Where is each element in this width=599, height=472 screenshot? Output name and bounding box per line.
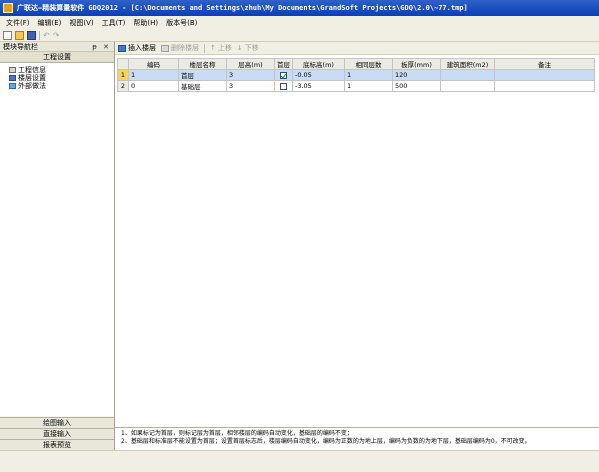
first-floor-checkbox[interactable] bbox=[280, 82, 287, 90]
nav-panel-title: 模块导航栏 bbox=[3, 42, 38, 51]
quick-access-toolbar: ↶ ↷ bbox=[0, 29, 599, 42]
insert-floor-icon bbox=[118, 44, 126, 52]
menu-view[interactable]: 视图(V) bbox=[69, 18, 93, 28]
delete-floor-button[interactable]: 删除楼层 bbox=[161, 43, 199, 53]
col-header-code[interactable]: 编码 bbox=[128, 58, 179, 70]
arrow-down-icon: ↓ bbox=[236, 44, 243, 52]
toolbar-separator bbox=[39, 30, 40, 40]
cell-slab-thickness[interactable]: 120 bbox=[392, 69, 441, 81]
cell-remarks[interactable] bbox=[494, 80, 595, 92]
floor-toolbar: 插入楼层 删除楼层 ↑ 上移 ↓ 下移 bbox=[115, 42, 599, 55]
insert-floor-label: 插入楼层 bbox=[128, 44, 156, 52]
external-method-icon bbox=[9, 83, 16, 89]
help-note-2: 2、基础层和标准层不能设置为首层；设置首层标志后，楼层编码自动变化，编码为正数的… bbox=[121, 438, 531, 445]
cell-bottom-elevation[interactable]: -3.05 bbox=[292, 80, 345, 92]
menu-bar: 文件(F) 编辑(E) 视图(V) 工具(T) 帮助(H) 版本号(B) bbox=[0, 16, 599, 29]
project-info-icon bbox=[9, 67, 16, 73]
toolbar-separator bbox=[204, 43, 205, 53]
floor-settings-panel: 插入楼层 删除楼层 ↑ 上移 ↓ 下移 编码 楼层名称 层高(m) 首层 底标高… bbox=[115, 42, 599, 450]
tab-report-preview[interactable]: 报表预览 bbox=[0, 439, 114, 450]
cell-code[interactable]: 1 bbox=[128, 69, 179, 81]
open-folder-icon[interactable] bbox=[15, 30, 24, 40]
row-number[interactable]: 1 bbox=[117, 69, 129, 81]
move-up-button[interactable]: ↑ 上移 bbox=[210, 43, 232, 53]
col-header-bottom-elevation[interactable]: 底标高(m) bbox=[292, 58, 345, 70]
cell-same-count[interactable]: 1 bbox=[344, 80, 393, 92]
cell-building-area[interactable] bbox=[440, 80, 495, 92]
tree-item-external-method[interactable]: 外部做法 bbox=[0, 82, 114, 90]
save-icon[interactable] bbox=[27, 30, 36, 40]
col-header-floor-name[interactable]: 楼层名称 bbox=[178, 58, 227, 70]
help-note-1: 1、如果标记为首层，则标记层为首层，相邻楼层的编码自动变化，基础层的编码不变； bbox=[121, 430, 353, 437]
cell-building-area[interactable] bbox=[440, 69, 495, 81]
col-header-slab-thickness[interactable]: 板厚(mm) bbox=[392, 58, 441, 70]
window-title: 广联达—精装算量软件 GDQ2012 - [C:\Documents and S… bbox=[17, 4, 468, 12]
nav-bottom-tabs: 绘图输入 直接输入 报表预览 bbox=[0, 417, 114, 450]
module-navigation-panel: 模块导航栏 ᵽ ✕ 工程设置 工程信息 楼层设置 外部做法 绘图输入 直接输入 … bbox=[0, 42, 115, 450]
pin-close-icon[interactable]: ᵽ ✕ bbox=[92, 43, 111, 51]
nav-tree: 工程信息 楼层设置 外部做法 bbox=[0, 63, 114, 416]
floor-table: 编码 楼层名称 层高(m) 首层 底标高(m) 相同层数 板厚(mm) 建筑面积… bbox=[117, 58, 595, 92]
help-notes: 1、如果标记为首层，则标记层为首层，相邻楼层的编码自动变化，基础层的编码不变； … bbox=[115, 427, 599, 450]
col-header-same-count[interactable]: 相同层数 bbox=[344, 58, 393, 70]
cell-bottom-elevation[interactable]: -0.05 bbox=[292, 69, 345, 81]
delete-floor-label: 删除楼层 bbox=[171, 44, 199, 52]
row-number[interactable]: 2 bbox=[117, 80, 129, 92]
delete-floor-icon bbox=[161, 44, 169, 52]
col-header-rowno bbox=[117, 58, 129, 70]
cell-code[interactable]: 0 bbox=[128, 80, 179, 92]
menu-edit[interactable]: 编辑(E) bbox=[38, 18, 62, 28]
arrow-up-icon: ↑ bbox=[210, 44, 216, 52]
menu-help[interactable]: 帮助(H) bbox=[133, 18, 158, 28]
cell-remarks[interactable] bbox=[494, 69, 595, 81]
menu-file[interactable]: 文件(F) bbox=[6, 18, 30, 28]
undo-icon[interactable]: ↶ bbox=[43, 31, 50, 40]
col-header-height[interactable]: 层高(m) bbox=[226, 58, 275, 70]
menu-version[interactable]: 版本号(B) bbox=[166, 18, 197, 28]
table-row[interactable]: 2 0 基础层 3 -3.05 1 500 bbox=[117, 80, 595, 92]
title-bar: 广联达—精装算量软件 GDQ2012 - [C:\Documents and S… bbox=[0, 0, 599, 16]
cell-same-count[interactable]: 1 bbox=[344, 69, 393, 81]
table-row[interactable]: 1 1 首层 3 -0.05 1 120 bbox=[117, 69, 595, 81]
col-header-first-floor[interactable]: 首层 bbox=[274, 58, 293, 70]
cell-floor-name[interactable]: 基础层 bbox=[178, 80, 227, 92]
menu-tools[interactable]: 工具(T) bbox=[102, 18, 126, 28]
cell-height[interactable]: 3 bbox=[226, 80, 275, 92]
cell-first-floor[interactable] bbox=[274, 69, 293, 81]
tab-project-settings[interactable]: 工程设置 bbox=[0, 52, 114, 63]
move-down-button[interactable]: ↓ 下移 bbox=[237, 43, 259, 53]
col-header-remarks[interactable]: 备注 bbox=[494, 58, 595, 70]
cell-floor-name[interactable]: 首层 bbox=[178, 69, 227, 81]
cell-slab-thickness[interactable]: 500 bbox=[392, 80, 441, 92]
tree-item-label: 外部做法 bbox=[18, 82, 46, 90]
tab-direct-input[interactable]: 直接输入 bbox=[0, 428, 114, 439]
cell-height[interactable]: 3 bbox=[226, 69, 275, 81]
move-up-label: 上移 bbox=[217, 44, 232, 52]
move-down-label: 下移 bbox=[244, 44, 259, 52]
new-file-icon[interactable] bbox=[3, 30, 12, 40]
insert-floor-button[interactable]: 插入楼层 bbox=[118, 43, 156, 53]
nav-panel-header: 模块导航栏 ᵽ ✕ bbox=[0, 42, 114, 52]
first-floor-checkbox[interactable] bbox=[280, 71, 287, 79]
table-header: 编码 楼层名称 层高(m) 首层 底标高(m) 相同层数 板厚(mm) 建筑面积… bbox=[117, 58, 595, 70]
tab-drawing-input[interactable]: 绘图输入 bbox=[0, 417, 114, 428]
col-header-building-area[interactable]: 建筑面积(m2) bbox=[440, 58, 495, 70]
floor-settings-icon bbox=[9, 75, 16, 81]
app-icon bbox=[3, 3, 13, 13]
status-bar bbox=[0, 450, 599, 472]
redo-icon[interactable]: ↷ bbox=[53, 31, 60, 40]
cell-first-floor[interactable] bbox=[274, 80, 293, 92]
